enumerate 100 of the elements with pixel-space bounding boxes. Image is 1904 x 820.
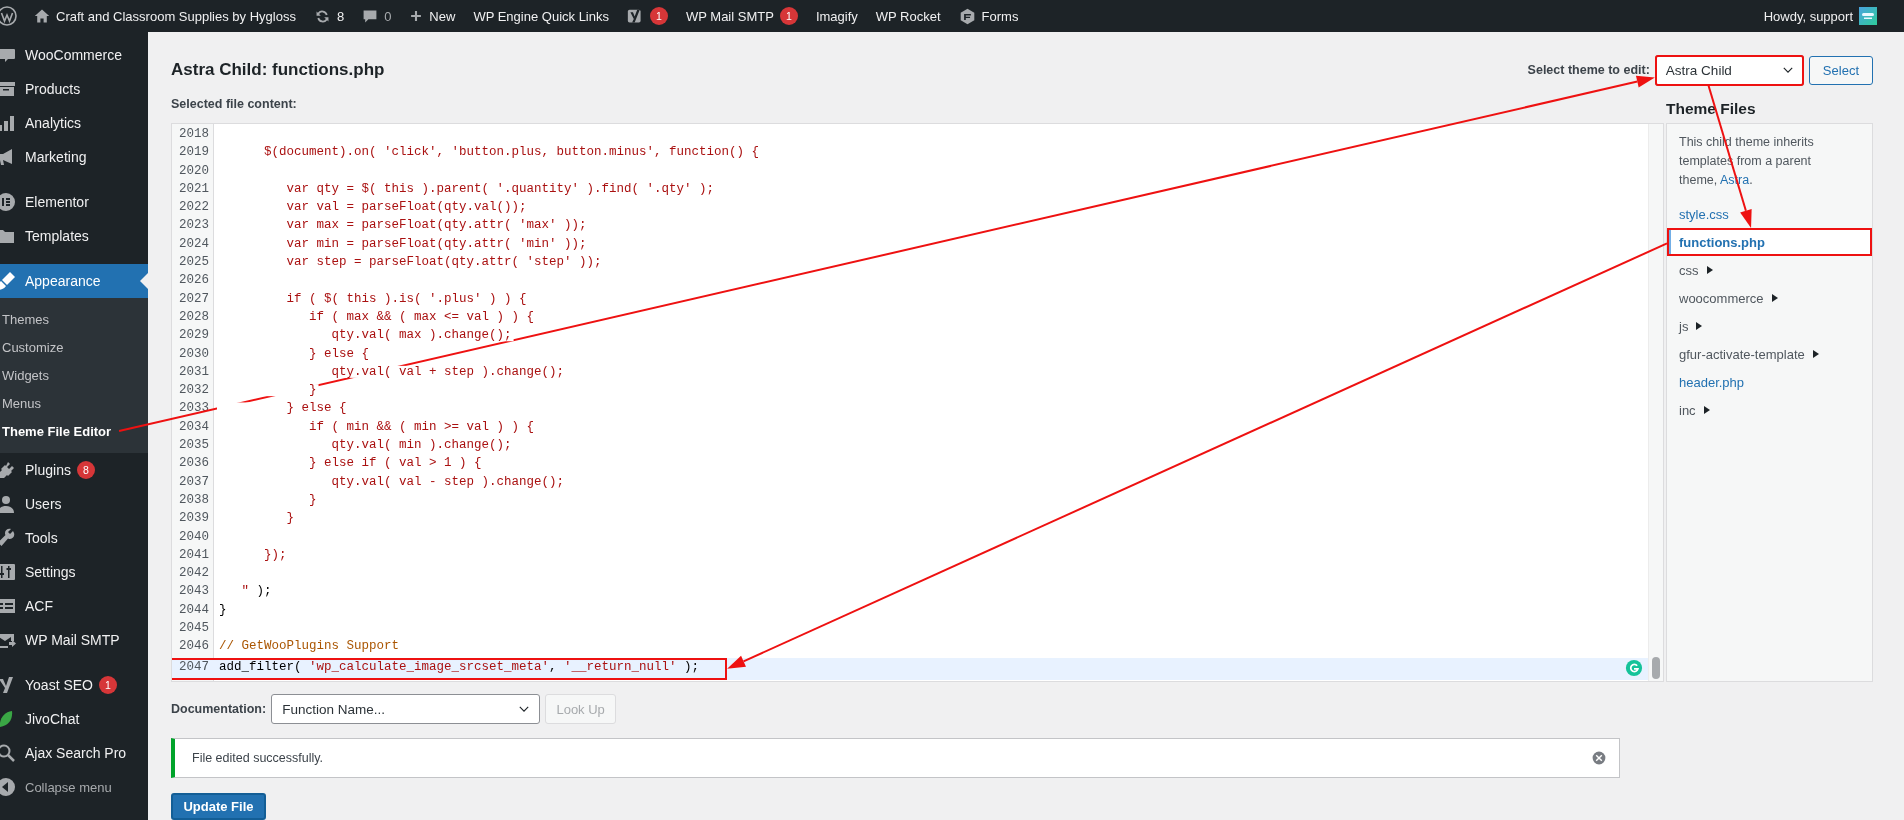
update-file-button[interactable]: Update File [171, 793, 266, 820]
line-number: 2025 [178, 255, 210, 272]
menu-item[interactable]: Analytics [0, 106, 148, 140]
field-label: Select theme to edit: [1527, 63, 1650, 77]
code-line: var max = parseFloat(qty.attr( 'max' )); [285, 218, 587, 233]
line-number: 2034 [178, 419, 210, 436]
dismiss-icon[interactable] [1591, 750, 1607, 766]
code-line: } else { [285, 401, 347, 416]
avatar [1859, 7, 1877, 25]
submenu-item[interactable]: Theme File Editor [0, 417, 148, 445]
menu-item[interactable]: Yoast SEO 1 [0, 668, 148, 702]
line-number: 2039 [178, 511, 210, 528]
new-content-link[interactable]: New [400, 0, 465, 32]
code-line: qty.val( val - step ).change(); [330, 474, 565, 489]
menu-item[interactable]: Plugins 8 [0, 453, 148, 487]
toolbar-link[interactable]: WP Engine Quick Links [464, 0, 618, 32]
function-select[interactable]: Function Name... [271, 694, 541, 724]
y-logo-icon [627, 7, 644, 25]
line-number: 2023 [178, 218, 210, 235]
code-line: } [308, 383, 317, 398]
collapse-menu-button[interactable]: Collapse menu [0, 770, 148, 804]
line-number: 2033 [178, 401, 210, 418]
menu-item[interactable]: Products [0, 72, 148, 106]
line-number: 2029 [178, 328, 210, 345]
code-line: } [219, 602, 227, 617]
line-number: 2032 [178, 383, 210, 400]
line-number: 2040 [178, 529, 210, 546]
code-line: // GetWooPlugins Support [219, 639, 400, 654]
scrollbar-thumb[interactable] [1652, 657, 1660, 679]
toolbar-link[interactable]: 1 [618, 0, 677, 32]
menu-item[interactable]: Elementor [0, 185, 148, 219]
site-link[interactable]: Craft and Classroom Supplies by Hygloss [25, 0, 305, 32]
table-icon [0, 596, 16, 616]
file-link[interactable]: functions.php [1667, 228, 1872, 256]
file-link[interactable]: style.css [1667, 200, 1872, 228]
code-line: }); [263, 547, 287, 562]
extension-icon[interactable] [1625, 659, 1643, 677]
logo-icon [0, 6, 17, 26]
folder-item[interactable]: css [1667, 256, 1872, 284]
menu-item[interactable]: Appearance [0, 264, 148, 298]
line-number: 2030 [178, 346, 210, 363]
code-line: qty.val( val + step ).change(); [330, 364, 565, 379]
toolbar-link[interactable]: Imagify [806, 0, 867, 32]
code-line: " ); [240, 584, 272, 599]
submenu-item[interactable]: Themes [0, 305, 148, 333]
submenu-item[interactable]: Customize [0, 333, 148, 361]
menu-item[interactable]: Users [0, 487, 148, 521]
line-number: 2041 [178, 547, 210, 564]
line-number: 2024 [178, 236, 210, 253]
folder-item[interactable]: gfur-activate-template [1667, 340, 1872, 368]
code-editor[interactable] [171, 123, 1664, 682]
menu-item[interactable]: Tools [0, 521, 148, 555]
line-number: 2044 [178, 602, 210, 619]
code-line: var min = parseFloat(qty.attr( 'min' )); [285, 236, 587, 251]
comment-icon [362, 8, 379, 24]
toolbar-link[interactable]: WP Mail SMTP 1 [677, 0, 807, 32]
line-number: 2042 [178, 566, 210, 583]
folder-item[interactable]: woocommerce [1667, 284, 1872, 312]
line-number: 2020 [178, 163, 210, 180]
section-label: Selected file content: [171, 96, 297, 111]
line-number: 2045 [178, 621, 210, 637]
line-number: 2046 [178, 639, 210, 656]
plug-icon [0, 460, 16, 480]
folder-item[interactable]: js [1667, 312, 1872, 340]
toolbar-link[interactable]: Forms [949, 0, 1028, 32]
submenu-item[interactable]: Menus [0, 389, 148, 417]
code-line: } [308, 492, 317, 507]
menu-item[interactable]: WP Mail SMTP [0, 623, 148, 657]
line-number: 2031 [178, 364, 210, 381]
line-number: 2022 [178, 200, 210, 217]
submenu-item[interactable]: Widgets [0, 361, 148, 389]
toolbar-link[interactable]: WP Rocket [866, 0, 950, 32]
line-number: 2021 [178, 181, 210, 198]
code-line: add_filter( 'wp_calculate_image_srcset_meta', '__return_null' ); [219, 659, 700, 674]
folder-item[interactable]: inc [1667, 396, 1872, 424]
menu-item[interactable]: Marketing [0, 140, 148, 174]
file-link[interactable]: header.php [1667, 368, 1872, 396]
line-number: 2035 [178, 438, 210, 455]
menu-item[interactable]: JivoChat [0, 702, 148, 736]
menu-item[interactable]: WooCommerce [0, 38, 148, 72]
account-link[interactable]: Howdy, support [1754, 0, 1886, 32]
line-number: 2028 [178, 309, 210, 326]
user-icon [0, 494, 16, 514]
comments-link[interactable]: 0 [353, 0, 401, 32]
menu-item[interactable]: ACF [0, 589, 148, 623]
updates-link[interactable]: 8 [304, 0, 354, 32]
wrench-icon [0, 528, 16, 548]
count-badge: 1 [99, 676, 117, 694]
line-number: 2019 [178, 145, 210, 162]
menu-item[interactable]: Templates [0, 219, 148, 253]
code-line: var qty = $( this ).parent( '.quantity' ).find( '.qty' ); [285, 181, 715, 196]
menu-item[interactable]: Ajax Search Pro [0, 736, 148, 770]
select-button[interactable]: Select [1808, 55, 1873, 85]
bar-chart-icon [0, 113, 16, 133]
line-number: 2026 [178, 273, 210, 290]
code-line: if ( min && ( min >= val ) ) { [308, 419, 535, 434]
code-line: var val = parseFloat(qty.val()); [285, 200, 527, 215]
menu-item[interactable]: Settings [0, 555, 148, 589]
theme-select[interactable]: Astra Child [1654, 54, 1804, 86]
line-number: 2036 [178, 456, 210, 473]
